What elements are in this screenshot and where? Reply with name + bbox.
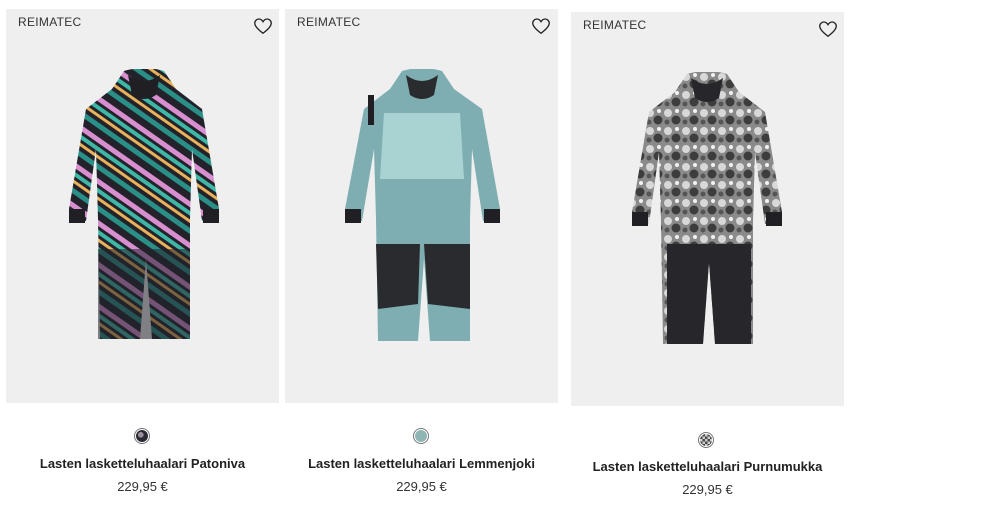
- brand-label: REIMATEC: [297, 15, 361, 29]
- product-image[interactable]: REIMATEC: [6, 9, 279, 403]
- product-card-purnumukka[interactable]: REIMATEC Lasten lasketteluhaalari Purnum…: [571, 12, 844, 512]
- product-name[interactable]: Lasten lasketteluhaalari Patoniva: [6, 456, 279, 471]
- color-swatch[interactable]: [698, 432, 714, 448]
- snowsuit-image-patoniva: [69, 69, 219, 339]
- brand-label: REIMATEC: [18, 15, 82, 29]
- product-price: 229,95 €: [396, 479, 447, 494]
- product-name[interactable]: Lasten lasketteluhaalari Purnumukka: [571, 459, 844, 474]
- heart-icon[interactable]: [254, 18, 272, 35]
- teal-swatch: [415, 430, 427, 442]
- multicolor-pattern-swatch: [136, 430, 148, 442]
- product-card-lemmenjoki[interactable]: REIMATEC Lasten lasketteluhaalari Lemmen…: [285, 9, 558, 509]
- color-swatch[interactable]: [134, 428, 150, 444]
- snowsuit-image-purnumukka: [632, 72, 782, 344]
- heart-icon[interactable]: [819, 21, 837, 38]
- heart-icon[interactable]: [532, 18, 550, 35]
- product-card-patoniva[interactable]: REIMATEC Lasten lasketteluhaalari Patoni…: [6, 9, 279, 509]
- grey-pattern-swatch: [700, 434, 712, 446]
- product-image[interactable]: REIMATEC: [285, 9, 558, 403]
- product-price: 229,95 €: [117, 479, 168, 494]
- color-swatch[interactable]: [413, 428, 429, 444]
- snowsuit-image-lemmenjoki: [345, 69, 500, 341]
- brand-label: REIMATEC: [583, 18, 647, 32]
- product-image[interactable]: REIMATEC: [571, 12, 844, 406]
- product-name[interactable]: Lasten lasketteluhaalari Lemmenjoki: [285, 456, 558, 471]
- product-price: 229,95 €: [682, 482, 733, 497]
